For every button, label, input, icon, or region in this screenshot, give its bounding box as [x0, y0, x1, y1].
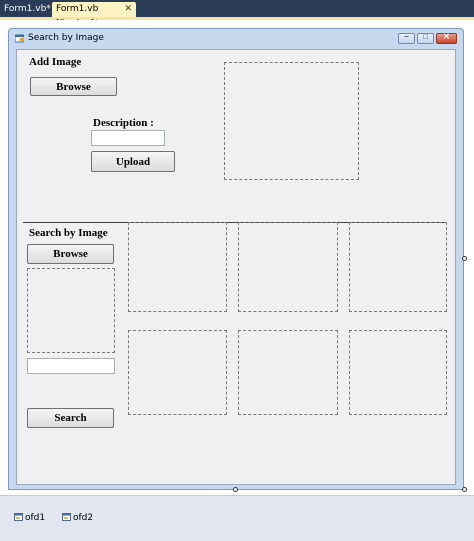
query-input[interactable] — [27, 358, 115, 374]
add-browse-button[interactable]: Browse — [30, 77, 117, 96]
result-image-2[interactable] — [238, 222, 338, 312]
tab-form1-design[interactable]: Form1.vb [Design]* ✕ — [52, 2, 136, 29]
maximize-button[interactable]: □ — [417, 32, 434, 44]
tab-form1-code[interactable]: Form1.vb* — [0, 2, 51, 17]
form-client-area: Add Image Browse Description : Upload Se… — [16, 49, 456, 485]
tray-item-ofd2[interactable]: ofd2 — [62, 513, 93, 525]
tray-item-label: ofd2 — [73, 513, 94, 523]
result-image-3[interactable] — [349, 222, 447, 312]
result-image-1[interactable] — [128, 222, 227, 312]
close-icon[interactable]: ✕ — [124, 2, 132, 17]
open-file-dialog-icon — [14, 513, 23, 521]
form-title: Search by Image — [28, 33, 104, 43]
resize-handle-right[interactable] — [462, 256, 467, 261]
open-file-dialog-icon — [62, 513, 71, 521]
tray-item-ofd1[interactable]: ofd1 — [14, 513, 45, 525]
tab-label: Form1.vb* — [4, 4, 51, 14]
tray-item-label: ofd1 — [25, 513, 46, 523]
resize-handle-corner[interactable] — [462, 487, 467, 492]
form-window[interactable]: Search by Image – □ ✕ Add Image Browse D… — [8, 28, 464, 490]
description-label: Description : — [93, 117, 154, 129]
add-image-heading: Add Image — [29, 56, 82, 68]
query-image-preview[interactable] — [27, 268, 115, 353]
designer-surface: Search by Image – □ ✕ Add Image Browse D… — [0, 20, 474, 495]
description-input[interactable] — [91, 130, 165, 146]
add-image-preview[interactable] — [224, 62, 359, 180]
component-tray: ofd1 ofd2 — [0, 495, 474, 541]
upload-button[interactable]: Upload — [91, 151, 175, 172]
result-image-5[interactable] — [238, 330, 338, 415]
document-tab-strip: Form1.vb* Form1.vb [Design]* ✕ — [0, 0, 474, 29]
maximize-icon: □ — [423, 32, 428, 41]
search-by-image-heading: Search by Image — [29, 227, 108, 239]
resize-handle-bottom[interactable] — [233, 487, 238, 492]
close-button[interactable]: ✕ — [436, 32, 457, 44]
result-image-4[interactable] — [128, 330, 227, 415]
form-titlebar: Search by Image – □ ✕ — [9, 29, 463, 49]
result-image-6[interactable] — [349, 330, 447, 415]
close-icon: ✕ — [443, 32, 450, 41]
minimize-button[interactable]: – — [398, 32, 415, 44]
search-browse-button[interactable]: Browse — [27, 244, 114, 264]
minimize-icon: – — [404, 32, 409, 41]
search-button[interactable]: Search — [27, 408, 114, 428]
form-icon — [15, 34, 24, 43]
